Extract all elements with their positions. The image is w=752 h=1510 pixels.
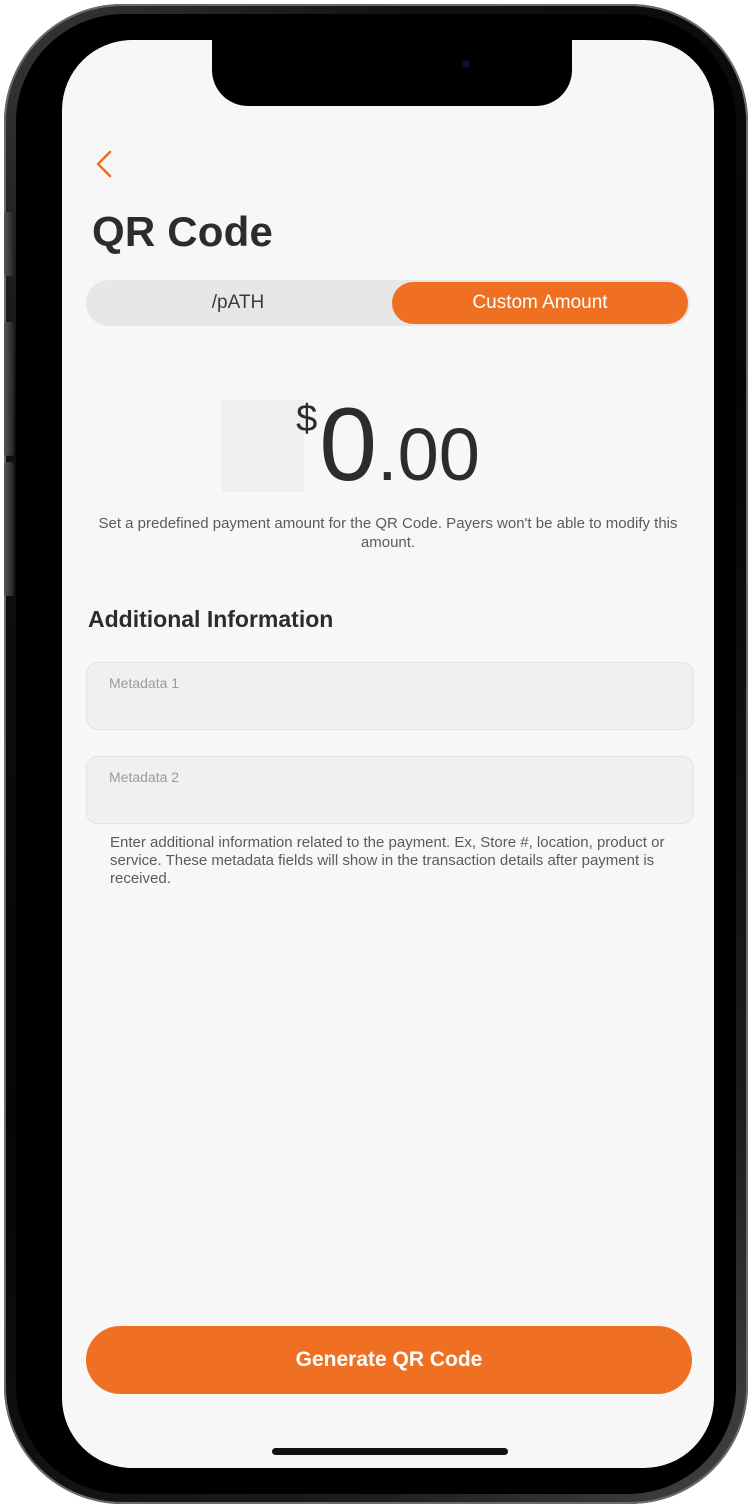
front-camera <box>462 60 470 68</box>
amount-display[interactable]: $0.00 <box>62 390 714 510</box>
amount-type-segmented-control: /pATH Custom Amount <box>86 280 690 326</box>
section-heading: Additional Information <box>88 606 334 632</box>
volume-down-button <box>4 462 14 596</box>
app-screen: QR Code /pATH Custom Amount $0.00 Set a … <box>62 40 714 1468</box>
home-indicator <box>272 1448 508 1455</box>
amount-decimal: .00 <box>377 413 480 496</box>
amount-whole: 0 <box>319 387 378 503</box>
metadata-2-field[interactable]: Metadata 2 <box>86 756 694 824</box>
chevron-left-icon <box>96 150 112 178</box>
metadata-note: Enter additional information related to … <box>110 834 665 887</box>
back-button[interactable] <box>92 146 120 182</box>
amount-hint: Set a predefined payment amount for the … <box>98 515 678 551</box>
metadata-1-placeholder: Metadata 1 <box>109 675 180 691</box>
generate-qr-code-button[interactable]: Generate QR Code <box>86 1326 692 1394</box>
volume-up-button <box>4 322 14 456</box>
page-title: QR Code <box>92 208 274 255</box>
mute-switch <box>4 212 14 276</box>
segment-custom-amount[interactable]: Custom Amount <box>392 282 688 324</box>
metadata-1-field[interactable]: Metadata 1 <box>86 662 694 730</box>
segment-path[interactable]: /pATH <box>90 282 386 324</box>
metadata-2-placeholder: Metadata 2 <box>109 769 180 785</box>
notch <box>212 40 572 106</box>
currency-symbol: $ <box>296 398 318 440</box>
